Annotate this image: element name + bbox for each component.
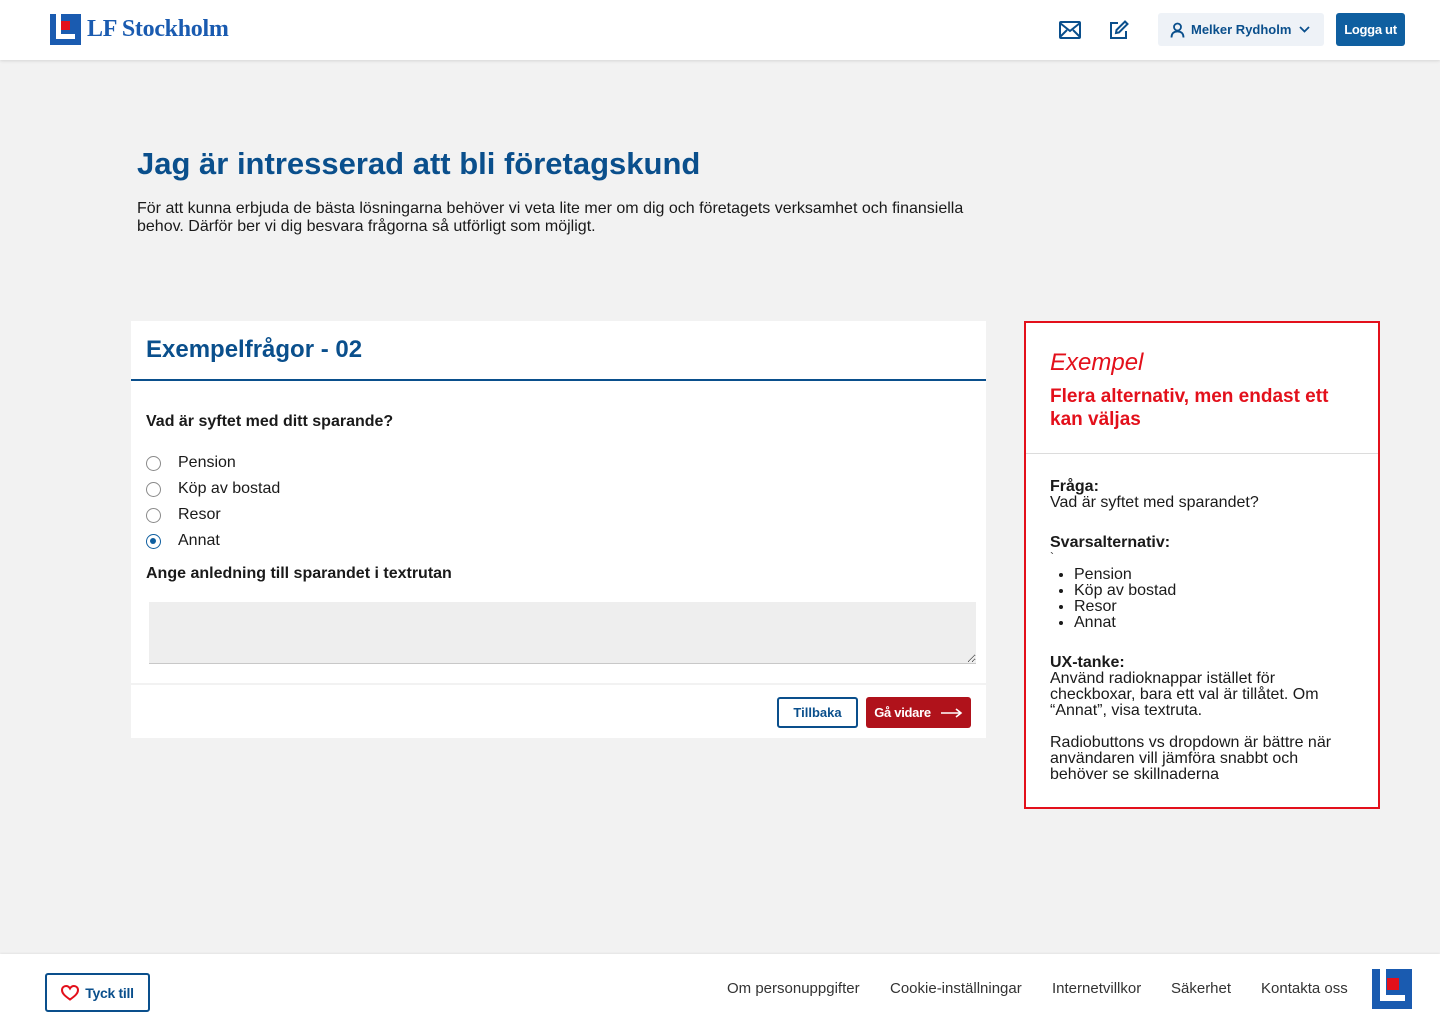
footer-link-sakerhet[interactable]: Säkerhet — [1171, 980, 1231, 997]
feedback-button[interactable]: Tyck till — [45, 973, 150, 1012]
feedback-label: Tyck till — [85, 984, 134, 1001]
edit-icon[interactable] — [1108, 19, 1130, 41]
brand-logo[interactable]: LF Stockholm — [50, 14, 229, 45]
radio-button[interactable] — [146, 481, 161, 497]
example-option: Köp av bostad — [1074, 583, 1360, 599]
mail-icon[interactable] — [1059, 19, 1081, 41]
question-form-card: Exempelfrågor - 02 Vad är syftet med dit… — [131, 321, 986, 738]
brand-mark-icon — [50, 14, 81, 45]
next-button[interactable]: Gå vidare — [866, 697, 971, 728]
radio-button[interactable] — [146, 455, 161, 471]
radio-button-selected[interactable] — [146, 533, 161, 549]
example-options-list: Pension Köp av bostad Resor Annat — [1074, 567, 1360, 631]
form-header: Exempelfrågor - 02 — [131, 321, 986, 381]
example-option: Pension — [1074, 567, 1360, 583]
radio-option-annat[interactable]: Annat — [146, 531, 220, 551]
stray-mark: ` — [1050, 550, 1054, 564]
example-body: Fråga: Vad är syftet med sparandet? Svar… — [1050, 479, 1360, 783]
radio-button[interactable] — [146, 507, 161, 523]
reason-textarea[interactable] — [149, 602, 976, 664]
footer-logo-icon — [1372, 969, 1412, 1009]
example-kicker: Exempel — [1050, 349, 1144, 376]
form-title: Exempelfrågor - 02 — [146, 336, 363, 363]
radio-label: Annat — [178, 532, 220, 549]
radio-option-pension[interactable]: Pension — [146, 453, 236, 473]
logout-button[interactable]: Logga ut — [1336, 13, 1405, 46]
chevron-down-icon — [1299, 26, 1311, 33]
radio-label: Köp av bostad — [178, 480, 281, 497]
user-icon — [1170, 22, 1185, 38]
radio-option-resor[interactable]: Resor — [146, 505, 221, 525]
example-divider — [1026, 453, 1378, 454]
form-footer: Tillbaka Gå vidare — [131, 683, 986, 738]
back-button[interactable]: Tillbaka — [777, 697, 858, 728]
example-heading: Flera alternativ, men endast ett kan väl… — [1050, 386, 1329, 430]
user-name: Melker Rydholm — [1191, 22, 1292, 37]
user-menu-button[interactable]: Melker Rydholm — [1158, 13, 1324, 46]
example-option: Annat — [1074, 615, 1360, 631]
example-ux-text-2: Radiobuttons vs dropdown är bättre när a… — [1050, 734, 1332, 783]
example-panel: Exempel Flera alternativ, men endast ett… — [1024, 321, 1380, 809]
footer-link-cookies[interactable]: Cookie-inställningar — [890, 980, 1022, 997]
textarea-label: Ange anledning till sparandet i textruta… — [146, 565, 452, 582]
footer-link-personuppgifter[interactable]: Om personuppgifter — [727, 980, 860, 997]
example-question-label: Fråga: — [1050, 478, 1099, 495]
radio-option-bostad[interactable]: Köp av bostad — [146, 479, 280, 499]
radio-label: Pension — [178, 454, 236, 471]
radio-label: Resor — [178, 506, 221, 523]
example-question-text: Vad är syftet med sparandet? — [1050, 494, 1259, 511]
page-title: Jag är intresserad att bli företagskund — [137, 146, 701, 181]
page-footer: Tyck till Om personuppgifter Cookie-inst… — [0, 954, 1440, 1024]
footer-link-kontakta[interactable]: Kontakta oss — [1261, 980, 1348, 997]
next-button-label: Gå vidare — [874, 705, 931, 720]
example-ux-label: UX-tanke: — [1050, 654, 1125, 671]
example-options-label: Svarsalternativ: — [1050, 534, 1171, 551]
example-ux-text: Använd radioknappar istället för checkbo… — [1050, 670, 1319, 719]
footer-link-internetvillkor[interactable]: Internetvillkor — [1052, 980, 1141, 997]
arrow-right-icon — [940, 707, 963, 718]
top-header: LF Stockholm Melker Rydholm Logga ut — [0, 0, 1440, 60]
brand-name: LF Stockholm — [87, 16, 229, 42]
heart-icon — [61, 984, 80, 1001]
question-label: Vad är syftet med ditt sparande? — [146, 413, 394, 430]
page-intro: För att kunna erbjuda de bästa lösningar… — [137, 200, 964, 235]
example-option: Resor — [1074, 599, 1360, 615]
